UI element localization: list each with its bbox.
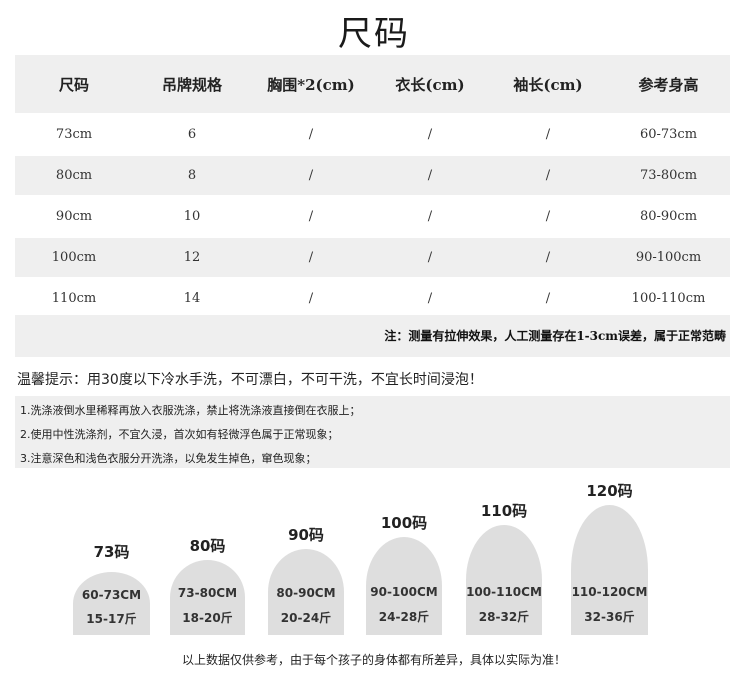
header-tag-spec: 吊牌规格 — [133, 55, 251, 113]
dome-size-label: 100码 — [380, 514, 428, 532]
care-item: 2.使用中性洗涤剂，不宜久浸，首次如有轻微浮色属于正常现象； — [20, 428, 339, 441]
table-row: 90cm 10 / / / 80-90cm — [15, 197, 730, 236]
dome-110: 110码 100-110CM 28-32斤 — [466, 500, 542, 635]
dome-73: 73码 60-73CM 15-17斤 — [73, 541, 150, 635]
table-cell: 73-80cm — [607, 156, 730, 195]
table-cell: / — [251, 115, 371, 154]
dome-100: 100码 90-100CM 24-28斤 — [366, 512, 442, 635]
table-cell: / — [489, 238, 607, 277]
table-header-row: 尺码 吊牌规格 胸围*2(cm) 衣长(cm) 袖长(cm) 参考身高 — [15, 55, 730, 113]
dome-height-range: 110-120CM — [571, 585, 648, 599]
table-cell: 14 — [133, 279, 251, 318]
dome-weight-range: 28-32斤 — [478, 610, 530, 624]
size-table: 尺码 吊牌规格 胸围*2(cm) 衣长(cm) 袖长(cm) 参考身高 73cm… — [15, 53, 730, 320]
table-cell: 90-100cm — [607, 238, 730, 277]
care-tip: 温馨提示：用30度以下冷水手洗，不可漂白，不可干洗，不宜长时间浸泡！ — [17, 372, 483, 388]
table-cell: 90cm — [15, 197, 133, 236]
table-cell: 110cm — [15, 279, 133, 318]
table-cell: 8 — [133, 156, 251, 195]
table-cell: 60-73cm — [607, 115, 730, 154]
care-item: 1.洗涤液倒水里稀释再放入衣服洗涤，禁止将洗涤液直接倒在衣服上； — [20, 404, 361, 417]
measurement-note: 注：测量有拉伸效果，人工测量存在1-3cm误差，属于正常范畴 — [15, 315, 730, 357]
table-cell: / — [251, 197, 371, 236]
dome-weight-range: 20-24斤 — [280, 611, 332, 625]
table-cell: 6 — [133, 115, 251, 154]
table-cell: / — [371, 115, 489, 154]
dome-size-label: 73码 — [93, 543, 130, 561]
dome-size-label: 110码 — [480, 502, 528, 520]
table-cell: / — [489, 115, 607, 154]
dome-80: 80码 73-80CM 18-20斤 — [170, 535, 245, 635]
table-cell: / — [251, 156, 371, 195]
table-cell: 80cm — [15, 156, 133, 195]
dome-size-label: 90码 — [288, 526, 324, 544]
table-cell: / — [371, 238, 489, 277]
table-cell: 100-110cm — [607, 279, 730, 318]
table-row: 80cm 8 / / / 73-80cm — [15, 156, 730, 195]
header-sleeve: 袖长(cm) — [489, 55, 607, 113]
table-cell: / — [251, 279, 371, 318]
table-cell: 80-90cm — [607, 197, 730, 236]
dome-weight-range: 24-28斤 — [378, 610, 430, 624]
table-cell: / — [489, 156, 607, 195]
table-cell: 73cm — [15, 115, 133, 154]
dome-120: 120码 110-120CM 32-36斤 — [571, 480, 648, 635]
table-cell: / — [371, 156, 489, 195]
table-row: 110cm 14 / / / 100-110cm — [15, 279, 730, 318]
table-cell: 12 — [133, 238, 251, 277]
table-row: 100cm 12 / / / 90-100cm — [15, 238, 730, 277]
page-title: 尺码 — [338, 14, 410, 54]
table-row: 73cm 6 / / / 60-73cm — [15, 115, 730, 154]
dome-height-range: 100-110CM — [466, 585, 542, 599]
table-cell: / — [489, 279, 607, 318]
header-length: 衣长(cm) — [371, 55, 489, 113]
dome-size-label: 120码 — [586, 482, 633, 500]
dome-height-range: 90-100CM — [370, 585, 438, 599]
header-chest: 胸围*2(cm) — [251, 55, 371, 113]
dome-height-range: 80-90CM — [276, 586, 336, 600]
dome-size-label: 80码 — [189, 537, 226, 555]
table-cell: / — [371, 197, 489, 236]
dome-weight-range: 32-36斤 — [584, 610, 635, 624]
table-cell: 10 — [133, 197, 251, 236]
header-height: 参考身高 — [607, 55, 730, 113]
dome-height-range: 73-80CM — [177, 586, 238, 600]
care-instructions: 1.洗涤液倒水里稀释再放入衣服洗涤，禁止将洗涤液直接倒在衣服上； 2.使用中性洗… — [15, 396, 730, 468]
table-cell: / — [489, 197, 607, 236]
dome-weight-range: 15-17斤 — [86, 612, 137, 626]
dome-weight-range: 18-20斤 — [182, 611, 233, 625]
header-size: 尺码 — [15, 55, 133, 113]
table-cell: 100cm — [15, 238, 133, 277]
dome-height-range: 60-73CM — [81, 588, 142, 602]
disclaimer-note: 以上数据仅供参考，由于每个孩子的身体都有所差异，具体以实际为准！ — [181, 653, 566, 667]
table-cell: / — [371, 279, 489, 318]
dome-90: 90码 80-90CM 20-24斤 — [268, 524, 344, 635]
size-illustration: 73码 60-73CM 15-17斤 80码 73-80CM 18-20斤 90… — [0, 475, 748, 650]
table-cell: / — [251, 238, 371, 277]
care-item: 3.注意深色和浅色衣服分开洗涤，以免发生掉色，窜色现象； — [20, 452, 317, 465]
